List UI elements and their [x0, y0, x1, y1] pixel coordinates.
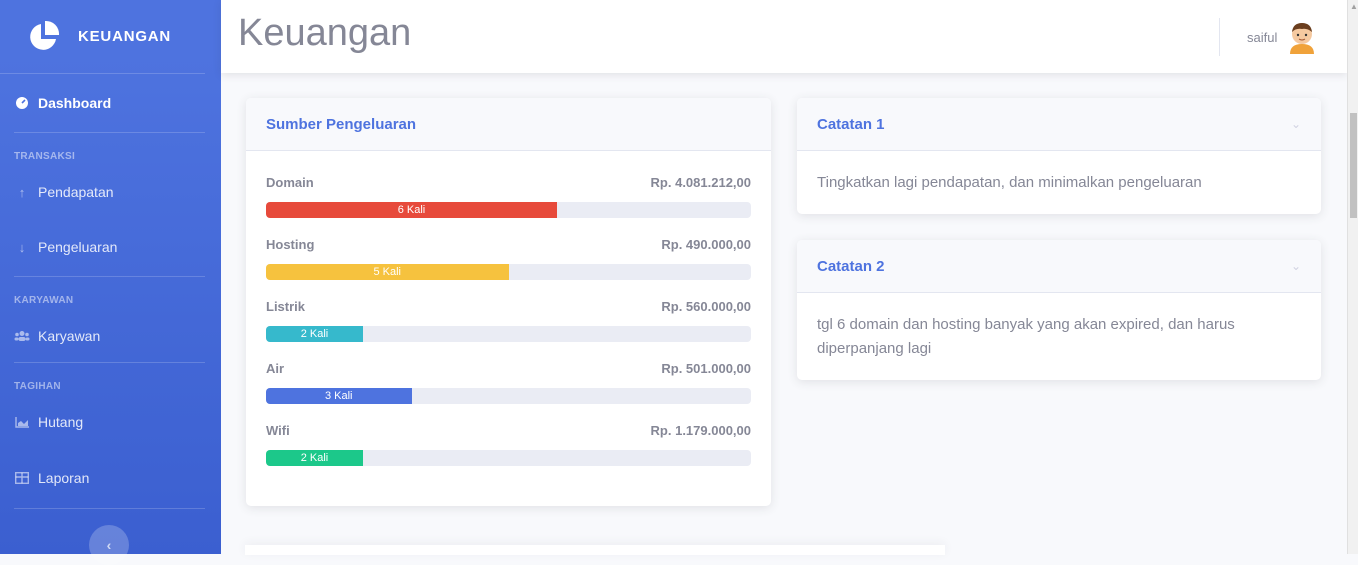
sidebar-item-label: Dashboard — [38, 95, 112, 111]
sidebar-item-label: Laporan — [38, 470, 90, 486]
sidebar-brand[interactable]: KEUANGAN — [0, 0, 205, 74]
progress-bar: 5 Kali — [266, 264, 509, 280]
chevron-down-icon[interactable]: ⌄ — [1291, 117, 1301, 131]
expense-amount: Rp. 490.000,00 — [661, 237, 751, 252]
note-body: Tingkatkan lagi pendapatan, dan minimalk… — [817, 174, 1202, 191]
progress-bar: 6 Kali — [266, 202, 557, 218]
section-heading-tagihan: TAGIHAN — [14, 381, 61, 392]
avatar[interactable] — [1287, 20, 1317, 54]
sidebar-item-label: Hutang — [38, 414, 84, 430]
page-scrollbar[interactable]: ▲ — [1347, 0, 1358, 554]
expense-amount: Rp. 501.000,00 — [661, 361, 751, 376]
progress-bar: 2 Kali — [266, 450, 363, 466]
expense-item: Wifi Rp. 1.179.000,00 2 Kali — [266, 419, 751, 466]
progress-track: 5 Kali — [266, 264, 751, 280]
card-header[interactable]: Catatan 2 ⌄ — [797, 240, 1321, 293]
sidebar-item-karyawan[interactable]: Karyawan — [0, 310, 221, 362]
sidebar-item-dashboard[interactable]: Dashboard — [0, 74, 221, 132]
progress-track: 6 Kali — [266, 202, 751, 218]
expense-item-header: Listrik Rp. 560.000,00 — [266, 295, 751, 319]
sidebar-item-pendapatan[interactable]: ↑ Pendapatan — [0, 166, 221, 218]
card-title: Catatan 2 — [817, 257, 885, 275]
progress-bar: 3 Kali — [266, 388, 412, 404]
expense-name: Air — [266, 361, 285, 376]
chevron-down-icon[interactable]: ⌄ — [1291, 259, 1301, 273]
expense-item-header: Wifi Rp. 1.179.000,00 — [266, 419, 751, 443]
expense-item: Hosting Rp. 490.000,00 5 Kali — [266, 233, 751, 280]
expense-amount: Rp. 560.000,00 — [661, 299, 751, 314]
page-title: Keuangan — [238, 12, 412, 54]
expense-name: Hosting — [266, 237, 315, 252]
section-heading-karyawan: KARYAWAN — [14, 295, 74, 306]
section-heading-transaksi: TRANSAKSI — [14, 151, 76, 162]
sidebar-item-label: Pengeluaran — [38, 239, 118, 255]
progress-track: 2 Kali — [266, 450, 751, 466]
expense-item: Air Rp. 501.000,00 3 Kali — [266, 357, 751, 404]
area-chart-icon — [14, 414, 30, 430]
note-card-2: Catatan 2 ⌄ tgl 6 domain dan hosting ban… — [797, 240, 1321, 380]
arrow-up-icon: ↑ — [18, 184, 26, 200]
expense-amount: Rp. 4.081.212,00 — [650, 175, 751, 190]
card-title: Catatan 1 — [817, 115, 885, 133]
sidebar-item-label: Pendapatan — [38, 184, 114, 200]
expense-name: Listrik — [266, 299, 306, 314]
expense-list: Domain Rp. 4.081.212,00 6 Kali Hosting Rp. 4… — [246, 151, 771, 466]
expense-item: Domain Rp. 4.081.212,00 6 Kali — [266, 171, 751, 218]
card-title: Sumber Pengeluaran — [266, 115, 417, 133]
note-card-1: Catatan 1 ⌄ Tingkatkan lagi pendapatan, … — [797, 98, 1321, 214]
expense-sources-card: Sumber Pengeluaran Domain Rp. 4.081.212,0… — [246, 98, 771, 506]
divider — [14, 508, 205, 509]
arrow-down-icon: ↓ — [18, 239, 26, 255]
table-icon — [14, 470, 30, 486]
sidebar: KEUANGAN Dashboard TRANSAKSI ↑ Pendapata… — [0, 0, 221, 565]
sidebar-item-laporan[interactable]: Laporan — [0, 448, 221, 508]
topbar-divider — [1219, 18, 1220, 56]
expense-item-header: Air Rp. 501.000,00 — [266, 357, 751, 381]
progress-bar: 2 Kali — [266, 326, 363, 342]
expense-item-header: Domain Rp. 4.081.212,00 — [266, 171, 751, 195]
expense-item-header: Hosting Rp. 490.000,00 — [266, 233, 751, 257]
expense-name: Wifi — [266, 423, 290, 438]
user-name[interactable]: saiful — [1247, 30, 1277, 45]
progress-track: 2 Kali — [266, 326, 751, 342]
chevron-left-icon: ‹ — [106, 537, 112, 553]
sidebar-item-pengeluaran[interactable]: ↓ Pengeluaran — [0, 218, 221, 276]
expense-item: Listrik Rp. 560.000,00 2 Kali — [266, 295, 751, 342]
scroll-up-arrow-icon[interactable]: ▲ — [1350, 2, 1358, 11]
note-body: tgl 6 domain dan hosting banyak yang aka… — [817, 316, 1235, 357]
sidebar-item-label: Karyawan — [38, 328, 101, 344]
topbar: Keuangan saiful — [221, 0, 1347, 73]
users-icon — [14, 328, 30, 344]
tachometer-icon — [14, 95, 30, 111]
card-header: Sumber Pengeluaran — [246, 98, 771, 151]
pie-chart-logo-icon — [30, 20, 60, 50]
expense-amount: Rp. 1.179.000,00 — [650, 423, 751, 438]
sidebar-toggle-button[interactable]: ‹ — [89, 525, 129, 565]
scroll-thumb[interactable] — [1350, 113, 1357, 218]
expense-name: Domain — [266, 175, 314, 190]
progress-track: 3 Kali — [266, 388, 751, 404]
card-header[interactable]: Catatan 1 ⌄ — [797, 98, 1321, 151]
sidebar-item-hutang[interactable]: Hutang — [0, 396, 221, 448]
brand-name: KEUANGAN — [78, 28, 172, 45]
